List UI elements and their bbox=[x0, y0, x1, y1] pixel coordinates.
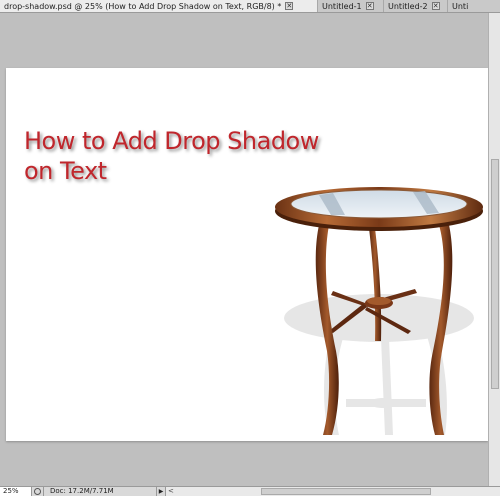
close-icon[interactable]: ✕ bbox=[431, 2, 440, 10]
table-image bbox=[275, 187, 483, 435]
tab-label: Unti bbox=[452, 1, 469, 11]
close-icon[interactable]: ✕ bbox=[285, 2, 294, 10]
zoom-level-field[interactable]: 25% bbox=[0, 487, 32, 496]
vertical-scroll-thumb[interactable] bbox=[491, 159, 499, 389]
status-menu-arrow-icon[interactable]: ▶ bbox=[156, 487, 166, 496]
tab-label: Untitled-2 bbox=[388, 1, 428, 11]
tab-untitled-3[interactable]: Unti bbox=[448, 0, 500, 12]
horizontal-scroll-thumb[interactable] bbox=[261, 488, 431, 495]
canvas-workspace[interactable]: How to Add Drop Shadow on Text bbox=[0, 13, 488, 486]
navigator-icon[interactable] bbox=[32, 487, 44, 496]
status-bar: 25% Doc: 17.2M/7.71M ▶ < bbox=[0, 486, 500, 496]
document-canvas[interactable]: How to Add Drop Shadow on Text bbox=[6, 68, 488, 441]
document-tab-bar: drop-shadow.psd @ 25% (How to Add Drop S… bbox=[0, 0, 500, 13]
headline-line-1: How to Add Drop Shadow bbox=[24, 127, 319, 155]
scroll-left-icon[interactable]: < bbox=[168, 487, 174, 496]
tab-untitled-2[interactable]: Untitled-2 ✕ bbox=[384, 0, 448, 12]
tab-label: drop-shadow.psd @ 25% (How to Add Drop S… bbox=[4, 1, 282, 11]
vertical-scrollbar[interactable] bbox=[488, 13, 500, 486]
tab-label: Untitled-1 bbox=[322, 1, 362, 11]
close-icon[interactable]: ✕ bbox=[365, 2, 374, 10]
tab-drop-shadow[interactable]: drop-shadow.psd @ 25% (How to Add Drop S… bbox=[0, 0, 318, 12]
doc-size-info: Doc: 17.2M/7.71M bbox=[50, 487, 114, 495]
horizontal-scrollbar[interactable]: < bbox=[166, 487, 500, 496]
tab-untitled-1[interactable]: Untitled-1 ✕ bbox=[318, 0, 384, 12]
